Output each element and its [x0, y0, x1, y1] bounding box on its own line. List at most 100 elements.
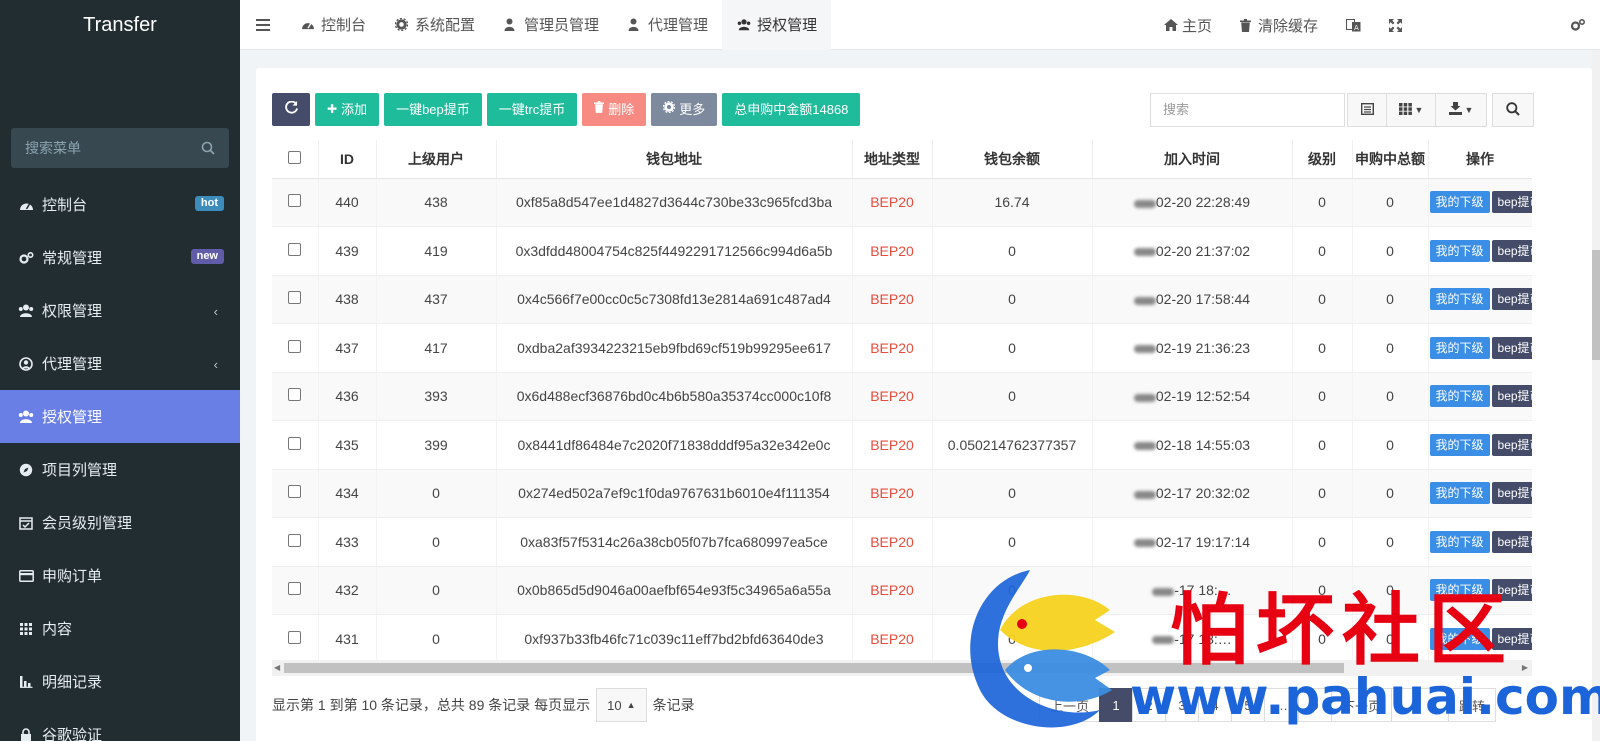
sidebar-item-member-levels[interactable]: 会员级别管理 — [0, 496, 240, 549]
sidebar-item-content[interactable]: 内容 — [0, 602, 240, 655]
my-subordinates-button[interactable]: 我的下级 — [1429, 433, 1490, 456]
checkbox[interactable] — [288, 339, 302, 353]
row-checkbox-cell[interactable] — [272, 323, 319, 373]
sidebar-item-orders[interactable]: 申购订单 — [0, 549, 240, 602]
table-row[interactable]: 435 399 0x8441df86484e7c2020f71838dddf95a3… — [272, 420, 1532, 470]
sidebar-item-projects[interactable]: 项目列管理 — [0, 443, 240, 496]
checkbox[interactable] — [288, 436, 302, 450]
bep-withdraw-button[interactable]: 一键bep提币 — [384, 93, 482, 126]
total-amount-button[interactable]: 总申购中金额14868 — [722, 93, 861, 126]
my-subordinates-button[interactable]: 我的下级 — [1429, 288, 1490, 311]
table-row[interactable]: 437 417 0xdba2af3934223215eb9fbd69cf519b99… — [272, 323, 1532, 373]
row-checkbox-cell[interactable] — [272, 614, 319, 660]
checkbox[interactable] — [288, 291, 302, 305]
sidebar-item-authorization[interactable]: 授权管理 — [0, 390, 240, 443]
table-row[interactable]: 432 0 0x0b865d5d9046a00aefbf654e93f5c34965… — [272, 566, 1532, 615]
checkbox[interactable] — [288, 533, 302, 547]
tab-agent-management[interactable]: 代理管理 — [613, 0, 722, 50]
tab-system-config[interactable]: 系统配置 — [380, 0, 489, 50]
row-checkbox-cell[interactable] — [272, 226, 319, 276]
hamburger-menu-icon[interactable] — [240, 0, 286, 50]
fullscreen-icon[interactable] — [1375, 0, 1416, 50]
table-row[interactable]: 436 393 0x6d488ecf36876bd0c4b6b580a35374cc… — [272, 372, 1532, 421]
delete-button[interactable]: 删除 — [582, 93, 647, 126]
bep-withdraw-row-button[interactable]: bep提币 — [1491, 579, 1531, 602]
page-9[interactable]: 9 — [1298, 688, 1333, 722]
clear-cache-link[interactable]: 清除缓存 — [1226, 0, 1332, 50]
row-checkbox-cell[interactable] — [272, 420, 319, 470]
checkbox[interactable] — [288, 582, 302, 596]
my-subordinates-button[interactable]: 我的下级 — [1429, 530, 1490, 553]
table-row[interactable]: 438 437 0x4c566f7e00cc0c5c7308fd13e2814a69… — [272, 275, 1532, 324]
page-jump-input[interactable] — [1391, 688, 1450, 722]
columns-dropdown-button[interactable]: ▼ — [1386, 93, 1436, 127]
horizontal-scrollbar[interactable]: ◀ ▶ — [272, 660, 1532, 676]
page-1[interactable]: 1 — [1099, 688, 1134, 722]
table-row[interactable]: 440 438 0xf85a8d547ee1d4827d3644c730be33c9… — [272, 178, 1532, 227]
page-2[interactable]: 2 — [1132, 688, 1167, 722]
sidebar-item-general[interactable]: 常规管理 new — [0, 231, 240, 284]
table-row[interactable]: 433 0 0xa83f57f5314c26a38cb05f07b7fca68099… — [272, 517, 1532, 567]
bep-withdraw-row-button[interactable]: bep提币 — [1491, 336, 1531, 359]
sidebar-item-agents[interactable]: 代理管理 ‹ — [0, 337, 240, 390]
app-logo[interactable]: Transfer — [0, 0, 240, 50]
my-subordinates-button[interactable]: 我的下级 — [1429, 482, 1490, 505]
export-dropdown-button[interactable]: ▼ — [1435, 93, 1487, 127]
page-jump-button[interactable]: 跳转 — [1448, 688, 1497, 722]
column-header-join-time[interactable]: 加入时间 — [1092, 140, 1293, 179]
page-4[interactable]: 4 — [1198, 688, 1233, 722]
my-subordinates-button[interactable]: 我的下级 — [1429, 336, 1490, 359]
checkbox[interactable] — [288, 630, 302, 644]
refresh-button[interactable] — [272, 93, 310, 126]
column-header-total[interactable]: 申购中总额 — [1352, 140, 1429, 179]
my-subordinates-button[interactable]: 我的下级 — [1429, 239, 1490, 262]
vertical-scrollbar[interactable] — [1592, 50, 1600, 741]
table-row[interactable]: 434 0 0x274ed502a7ef9c1f0da9767631b6010e4f… — [272, 469, 1532, 518]
more-button[interactable]: 更多 — [651, 93, 718, 126]
column-header-balance[interactable]: 钱包余额 — [932, 140, 1093, 179]
table-row[interactable]: 431 0 0xf937b33fb46fc71c039c11eff7bd2bfd63… — [272, 614, 1532, 660]
my-subordinates-button[interactable]: 我的下级 — [1429, 627, 1490, 650]
bep-withdraw-row-button[interactable]: bep提币 — [1491, 191, 1531, 214]
translate-icon[interactable]: A — [1332, 0, 1375, 50]
page-3[interactable]: 3 — [1165, 688, 1200, 722]
sidebar-item-permissions[interactable]: 权限管理 ‹ — [0, 284, 240, 337]
column-header-type[interactable]: 地址类型 — [852, 140, 933, 179]
page-size-dropdown[interactable]: 10 ▲ — [596, 688, 647, 722]
scroll-left-arrow-icon[interactable]: ◀ — [274, 663, 280, 672]
column-header-id[interactable]: ID — [318, 140, 377, 179]
row-checkbox-cell[interactable] — [272, 275, 319, 324]
row-checkbox-cell[interactable] — [272, 517, 319, 567]
checkbox[interactable] — [288, 388, 302, 402]
table-search-input[interactable]: 搜索 — [1150, 93, 1345, 127]
checkbox[interactable] — [288, 194, 302, 208]
settings-cogs-icon[interactable] — [1556, 0, 1600, 50]
add-button[interactable]: ✚ 添加 — [315, 93, 380, 126]
sidebar-item-dashboard[interactable]: 控制台 hot — [0, 178, 240, 231]
table-row[interactable]: 439 419 0x3dfdd48004754c825f4492291712566c… — [272, 226, 1532, 276]
column-header-level[interactable]: 级别 — [1292, 140, 1353, 179]
bep-withdraw-row-button[interactable]: bep提币 — [1491, 239, 1531, 262]
row-checkbox-cell[interactable] — [272, 566, 319, 615]
home-link[interactable]: 主页 — [1150, 0, 1226, 50]
scrollbar-thumb[interactable] — [1592, 250, 1600, 360]
tab-dashboard[interactable]: 控制台 — [286, 0, 380, 50]
toggle-view-button[interactable] — [1347, 93, 1387, 127]
bep-withdraw-row-button[interactable]: bep提币 — [1491, 530, 1531, 553]
select-all-checkbox[interactable] — [272, 140, 319, 179]
bep-withdraw-row-button[interactable]: bep提币 — [1491, 627, 1531, 650]
page-next[interactable]: 下一页 — [1331, 688, 1393, 722]
bep-withdraw-row-button[interactable]: bep提币 — [1491, 433, 1531, 456]
tab-admin-management[interactable]: 管理员管理 — [489, 0, 613, 50]
row-checkbox-cell[interactable] — [272, 469, 319, 518]
row-checkbox-cell[interactable] — [272, 178, 319, 227]
row-checkbox-cell[interactable] — [272, 372, 319, 421]
column-header-parent[interactable]: 上级用户 — [376, 140, 497, 179]
bep-withdraw-row-button[interactable]: bep提币 — [1491, 385, 1531, 408]
page-5[interactable]: 5 — [1231, 688, 1266, 722]
scroll-right-arrow-icon[interactable]: ▶ — [1522, 663, 1528, 672]
column-header-address[interactable]: 钱包地址 — [496, 140, 853, 179]
my-subordinates-button[interactable]: 我的下级 — [1429, 579, 1490, 602]
search-button[interactable] — [1492, 93, 1534, 127]
my-subordinates-button[interactable]: 我的下级 — [1429, 385, 1490, 408]
